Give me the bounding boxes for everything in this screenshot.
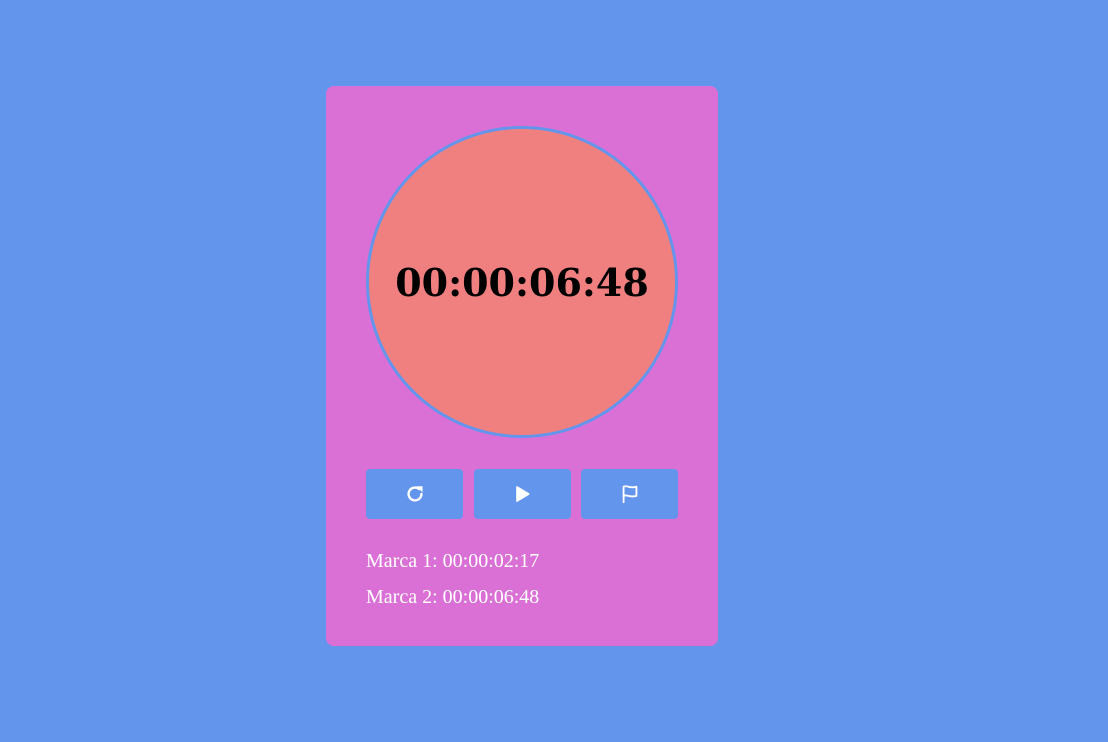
- lap-item: Marca 1: 00:00:02:17: [366, 550, 540, 572]
- reset-icon: [404, 483, 426, 505]
- control-bar: [366, 469, 678, 519]
- lap-list: Marca 1: 00:00:02:17 Marca 2: 00:00:06:4…: [366, 546, 678, 618]
- lap-item: Marca 2: 00:00:06:48: [366, 586, 540, 608]
- elapsed-time: 00:00:06:48: [395, 259, 649, 305]
- flag-icon: [619, 483, 641, 505]
- play-icon: [512, 484, 532, 504]
- reset-button[interactable]: [366, 469, 463, 519]
- lap-button[interactable]: [581, 469, 678, 519]
- stopwatch-dial: 00:00:06:48: [366, 126, 678, 438]
- stopwatch-card: 00:00:06:48 Marca 1: 00:00:02:17 Marca 2…: [326, 86, 718, 646]
- play-button[interactable]: [473, 469, 571, 519]
